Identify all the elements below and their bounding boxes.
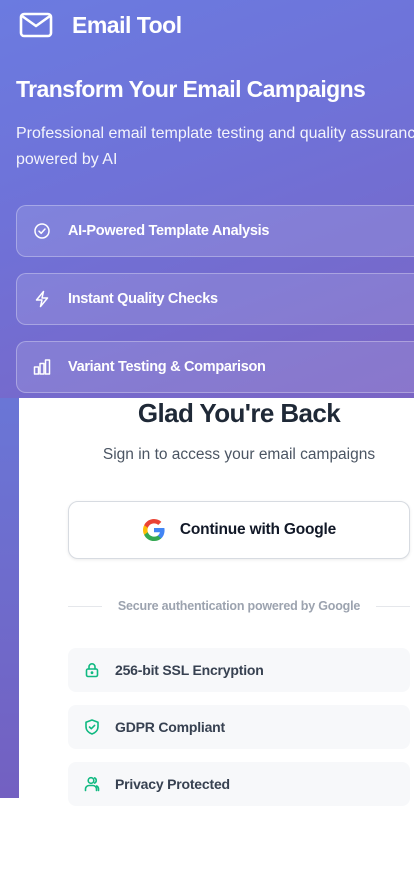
feature-label: AI-Powered Template Analysis bbox=[68, 223, 270, 239]
signin-subtitle: Sign in to access your email campaigns bbox=[102, 446, 376, 463]
feature-item-template-analysis: AI-Powered Template Analysis bbox=[16, 205, 414, 257]
brand-name: Email Tool bbox=[72, 11, 182, 38]
users-icon bbox=[84, 776, 100, 792]
brand: Email Tool bbox=[18, 10, 182, 40]
signin-title: Glad You're Back bbox=[137, 398, 341, 428]
google-button-label: Continue with Google bbox=[179, 521, 337, 538]
divider-line bbox=[68, 605, 102, 607]
badge-gdpr: GDPR Compliant bbox=[68, 705, 410, 749]
hero-subline: Professional email template testing and … bbox=[16, 125, 414, 168]
divider-text: Secure authentication powered by Google bbox=[117, 599, 361, 613]
google-logo-icon bbox=[142, 519, 165, 541]
google-signin-button[interactable]: Continue with Google bbox=[68, 501, 410, 559]
lock-icon bbox=[85, 663, 99, 678]
badge-label: Privacy Protected bbox=[115, 776, 230, 792]
bar-chart-icon bbox=[33, 359, 51, 375]
signin-card: Glad You're Back Sign in to access your … bbox=[19, 398, 414, 806]
mail-icon bbox=[19, 12, 53, 38]
lightning-icon bbox=[35, 290, 49, 308]
feature-label: Variant Testing & Comparison bbox=[68, 359, 266, 375]
badge-ssl: 256-bit SSL Encryption bbox=[68, 648, 410, 692]
feature-list: AI-Powered Template Analysis Instant Qua… bbox=[16, 205, 414, 400]
hero-edge-strip bbox=[0, 398, 19, 798]
divider-line bbox=[376, 605, 410, 607]
feature-item-variant-testing: Variant Testing & Comparison bbox=[16, 341, 414, 393]
badge-privacy: Privacy Protected bbox=[68, 762, 410, 806]
hero-headline: Transform Your Email Campaigns bbox=[16, 76, 366, 102]
feature-item-quality-checks: Instant Quality Checks bbox=[16, 273, 414, 325]
auth-divider: Secure authentication powered by Google bbox=[68, 598, 410, 614]
check-circle-icon bbox=[34, 223, 50, 239]
badge-label: 256-bit SSL Encryption bbox=[115, 662, 264, 678]
security-badges: 256-bit SSL Encryption GDPR Compliant Pr… bbox=[68, 648, 410, 819]
shield-check-icon bbox=[85, 719, 99, 735]
hero-panel: Email Tool Transform Your Email Campaign… bbox=[0, 0, 414, 400]
badge-label: GDPR Compliant bbox=[115, 719, 225, 735]
feature-label: Instant Quality Checks bbox=[68, 291, 218, 307]
